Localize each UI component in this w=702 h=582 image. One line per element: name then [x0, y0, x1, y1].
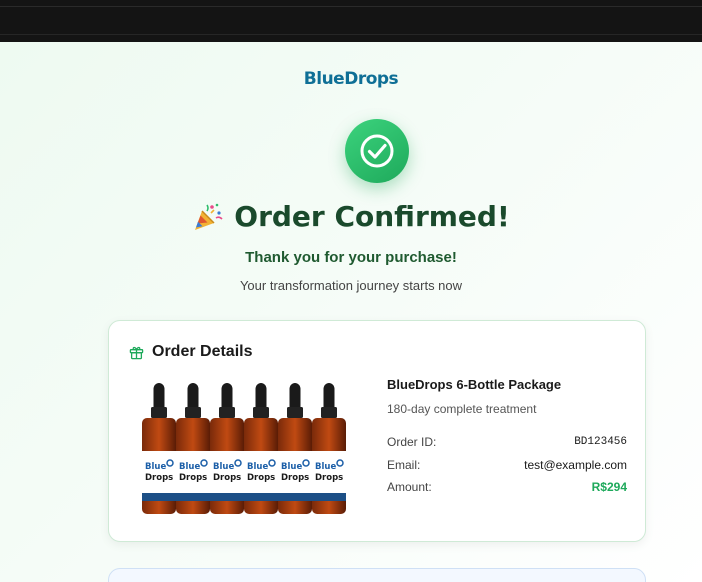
email-row: Email: test@example.com [387, 454, 627, 477]
order-details-header: Order Details [129, 343, 252, 361]
brand-name: BlueDrops [303, 69, 399, 89]
email-value: test@example.com [524, 457, 627, 472]
bottle: Blue Drops [210, 383, 244, 514]
gift-icon [129, 346, 144, 359]
svg-text:Blue: Blue [247, 462, 268, 472]
amount-row: Amount: R$294 [387, 476, 627, 499]
party-popper-icon [195, 203, 223, 230]
product-name: BlueDrops 6-Bottle Package [387, 377, 562, 392]
order-id-row: Order ID: BD123456 [387, 431, 627, 454]
bottle: Blue Drops [142, 383, 176, 514]
brand-logo[interactable]: BlueDrops [0, 69, 702, 89]
amount-label: Amount: [387, 480, 432, 495]
svg-text:Drops: Drops [213, 473, 241, 483]
svg-text:Blue: Blue [213, 462, 234, 472]
confirmation-page: BlueDrops Order Confirmed! Thank you for… [0, 42, 702, 582]
next-section-card [108, 568, 646, 582]
order-details-card: Order Details Blue Drops Blue Drops Blue… [108, 320, 646, 542]
amount-value: R$294 [591, 480, 627, 495]
bottle: Blue Drops [244, 383, 278, 514]
page-title: Order Confirmed! [234, 200, 510, 233]
email-label: Email: [387, 457, 421, 472]
svg-text:Blue: Blue [315, 462, 336, 472]
tagline-text: Your transformation journey starts now [239, 278, 463, 293]
bottle: Blue Drops [176, 383, 210, 514]
order-details-heading: Order Details [152, 343, 253, 360]
title-row: Order Confirmed! [0, 200, 702, 233]
top-bar-divider [0, 6, 702, 7]
svg-text:Drops: Drops [247, 473, 275, 483]
check-circle-icon [345, 119, 409, 183]
check-icon [360, 134, 394, 168]
svg-text:Drops: Drops [315, 473, 343, 483]
bottle: Blue Drops [312, 383, 346, 514]
svg-text:Blue: Blue [179, 462, 200, 472]
svg-text:Drops: Drops [179, 473, 207, 483]
svg-text:Drops: Drops [281, 473, 309, 483]
bottle: Blue Drops [278, 383, 312, 514]
product-image: Blue Drops Blue Drops Blue Drops Blue Dr… [142, 383, 346, 514]
order-fields: Order ID: BD123456 Email: test@example.c… [387, 431, 627, 499]
svg-text:Blue: Blue [281, 462, 302, 472]
thank-you-text: Thank you for your purchase! [245, 249, 457, 266]
order-id-value: BD123456 [574, 436, 627, 449]
order-info: BlueDrops 6-Bottle Package 180-day compl… [387, 377, 627, 499]
browser-top-bar [0, 0, 702, 42]
order-id-label: Order ID: [387, 435, 437, 450]
svg-text:Drops: Drops [145, 473, 173, 483]
svg-text:Blue: Blue [145, 462, 166, 472]
top-bar-divider [0, 34, 702, 35]
product-description: 180-day complete treatment [387, 402, 537, 416]
